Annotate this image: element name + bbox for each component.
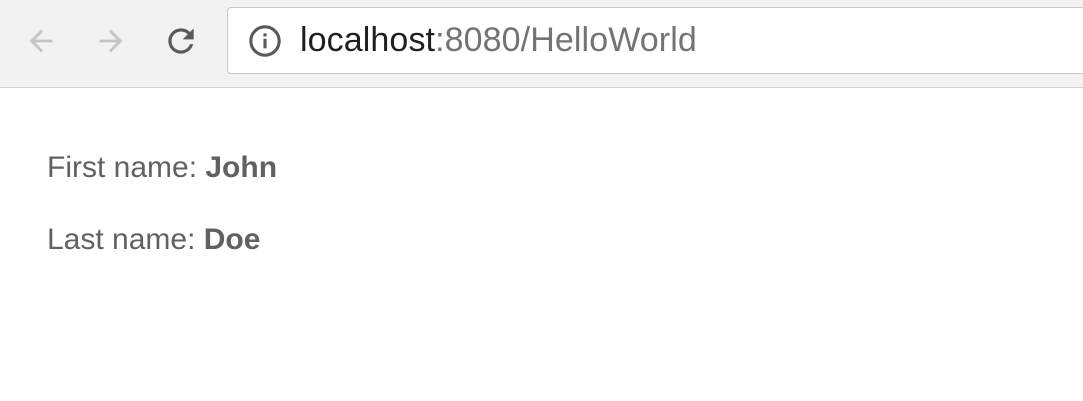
arrow-left-icon <box>29 29 53 53</box>
last-name-label: Last name: <box>47 223 196 256</box>
last-name-value: Doe <box>203 223 261 256</box>
url-text[interactable]: localhost:8080/HelloWorld <box>300 8 697 73</box>
page-content: First name: John Last name: Doe <box>47 148 277 260</box>
first-name-label: First name: <box>47 151 198 184</box>
browser-toolbar: localhost:8080/HelloWorld <box>0 0 1083 88</box>
arrow-right-icon <box>99 29 123 53</box>
url-host: localhost <box>300 21 436 59</box>
reload-icon <box>168 28 194 54</box>
address-bar[interactable]: localhost:8080/HelloWorld <box>227 7 1083 74</box>
info-icon[interactable] <box>248 24 282 58</box>
last-name-row: Last name: Doe <box>47 220 277 260</box>
first-name-value: John <box>205 151 278 184</box>
back-button[interactable] <box>21 21 61 61</box>
reload-button[interactable] <box>161 21 201 61</box>
url-path: :8080/HelloWorld <box>435 21 697 59</box>
first-name-row: First name: John <box>47 148 277 188</box>
forward-button[interactable] <box>91 21 131 61</box>
